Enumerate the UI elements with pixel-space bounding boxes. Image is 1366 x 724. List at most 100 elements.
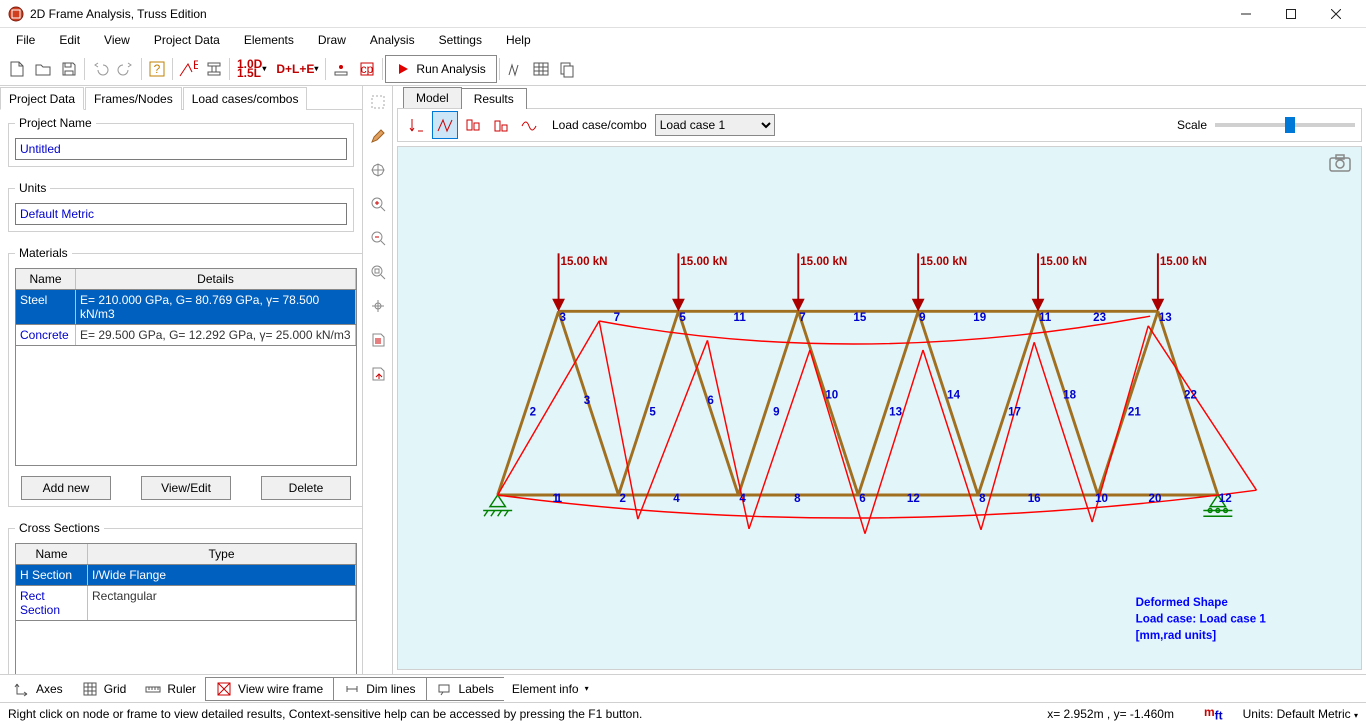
svg-text:?: ? [154, 62, 161, 76]
materials-add-button[interactable]: Add new [21, 476, 111, 500]
svg-text:21: 21 [1128, 406, 1141, 419]
menu-draw[interactable]: Draw [306, 30, 358, 50]
scale-label: Scale [1177, 118, 1207, 132]
res-shear-icon[interactable] [488, 111, 514, 139]
res-axial-icon[interactable] [460, 111, 486, 139]
menu-analysis[interactable]: Analysis [358, 30, 427, 50]
res-reactions-icon[interactable] [404, 111, 430, 139]
project-name-input[interactable] [15, 138, 347, 160]
report-icon[interactable] [366, 328, 390, 352]
svg-text:17: 17 [1008, 406, 1021, 419]
bb-labels[interactable]: Labels [426, 677, 505, 701]
main-toolbar: ? E 1.0D 1.5L▾ D+L+E▾ cp Run Analysis [0, 52, 1366, 86]
material-icon[interactable]: E [175, 55, 201, 83]
frame-icon[interactable]: cp [354, 55, 380, 83]
sections-row-h[interactable]: H Section I/Wide Flange [15, 565, 357, 586]
materials-delete-button[interactable]: Delete [261, 476, 351, 500]
tool-copy-icon[interactable] [554, 55, 580, 83]
tab-load-cases[interactable]: Load cases/combos [183, 87, 308, 110]
maximize-button[interactable] [1268, 0, 1313, 28]
svg-text:11: 11 [1039, 311, 1052, 324]
help-icon[interactable]: ? [144, 55, 170, 83]
snapshot-icon[interactable] [1329, 153, 1351, 176]
res-deformed-icon[interactable] [432, 111, 458, 139]
tool-displacement-icon[interactable] [502, 55, 528, 83]
svg-text:2: 2 [530, 406, 536, 419]
materials-title: Materials [15, 246, 72, 260]
menu-project-data[interactable]: Project Data [142, 30, 232, 50]
group-units: Units [8, 181, 354, 232]
svg-text:11: 11 [734, 311, 747, 324]
play-icon [396, 62, 410, 76]
menu-view[interactable]: View [92, 30, 142, 50]
bb-wireframe[interactable]: View wire frame [205, 677, 334, 701]
tab-frames-nodes[interactable]: Frames/Nodes [85, 87, 182, 110]
menu-elements[interactable]: Elements [232, 30, 306, 50]
menu-edit[interactable]: Edit [47, 30, 92, 50]
section-icon[interactable] [201, 55, 227, 83]
status-units[interactable]: Units: Default Metric ▾ [1243, 707, 1358, 721]
materials-row-steel[interactable]: Steel E= 210.000 GPa, G= 80.769 GPa, γ= … [15, 290, 357, 325]
svg-text:10: 10 [1095, 492, 1108, 505]
bb-axes[interactable]: Axes [4, 677, 73, 701]
bb-element-info[interactable]: Element info ▾ [504, 677, 597, 701]
redo-icon[interactable] [113, 55, 139, 83]
bb-ruler[interactable]: Ruler [135, 677, 206, 701]
status-coords: x= 2.952m , y= -1.460m [1047, 707, 1174, 721]
materials-edit-button[interactable]: View/Edit [141, 476, 231, 500]
titlebar: 2D Frame Analysis, Truss Edition [0, 0, 1366, 28]
svg-text:3: 3 [584, 394, 591, 407]
load-case-select[interactable]: Load case 1 [655, 114, 775, 136]
bb-grid[interactable]: Grid [72, 677, 137, 701]
svg-text:22: 22 [1184, 388, 1197, 401]
bb-dimlines[interactable]: Dim lines [333, 677, 426, 701]
zoom-window-icon[interactable] [366, 260, 390, 284]
open-icon[interactable] [30, 55, 56, 83]
new-icon[interactable] [4, 55, 30, 83]
sections-row-rect[interactable]: Rect Section Rectangular [15, 586, 357, 621]
run-analysis-label: Run Analysis [416, 62, 485, 76]
load-combo-2-button[interactable]: D+L+E▾ [271, 55, 323, 83]
menu-help[interactable]: Help [494, 30, 543, 50]
left-panel: Project Data Frames/Nodes Load cases/com… [0, 86, 363, 674]
zoom-fit-icon[interactable] [366, 294, 390, 318]
svg-text:13: 13 [1159, 311, 1172, 324]
load-combo-1-button[interactable]: 1.0D 1.5L▾ [232, 55, 271, 83]
run-analysis-button[interactable]: Run Analysis [385, 55, 496, 83]
menu-settings[interactable]: Settings [427, 30, 494, 50]
svg-text:9: 9 [773, 406, 780, 419]
svg-text:15: 15 [853, 311, 866, 324]
tool-table-icon[interactable] [528, 55, 554, 83]
project-name-label: Project Name [15, 116, 96, 130]
svg-text:4: 4 [673, 492, 680, 505]
save-icon[interactable] [56, 55, 82, 83]
svg-text:Deformed Shape: Deformed Shape [1136, 596, 1229, 609]
select-icon[interactable] [366, 90, 390, 114]
units-input[interactable] [15, 203, 347, 225]
tab-project-data[interactable]: Project Data [0, 87, 84, 110]
scale-slider[interactable] [1215, 123, 1355, 127]
zoom-in-icon[interactable] [366, 192, 390, 216]
menu-file[interactable]: File [4, 30, 47, 50]
res-moment-icon[interactable] [516, 111, 542, 139]
pan-icon[interactable] [366, 158, 390, 182]
svg-text:7: 7 [799, 311, 805, 324]
group-project-name: Project Name [8, 116, 354, 167]
node-icon[interactable] [328, 55, 354, 83]
export-icon[interactable] [366, 362, 390, 386]
undo-icon[interactable] [87, 55, 113, 83]
analysis-canvas[interactable]: 15.00 kN 15.00 kN 15.00 kN 15.00 kN 15.0… [397, 146, 1362, 670]
svg-text:5: 5 [649, 406, 656, 419]
tab-results[interactable]: Results [461, 88, 527, 109]
materials-row-concrete[interactable]: Concrete E= 29.500 GPa, G= 12.292 GPa, γ… [15, 325, 357, 346]
svg-text:5: 5 [679, 311, 686, 324]
close-button[interactable] [1313, 0, 1358, 28]
zoom-out-icon[interactable] [366, 226, 390, 250]
minimize-button[interactable] [1223, 0, 1268, 28]
tab-model[interactable]: Model [403, 87, 462, 108]
svg-text:4: 4 [739, 492, 746, 505]
group-sections: Cross Sections Name Type H Section I/Wid… [8, 521, 362, 674]
pencil-icon[interactable] [366, 124, 390, 148]
svg-text:16: 16 [1028, 492, 1041, 505]
svg-text:23: 23 [1093, 311, 1106, 324]
